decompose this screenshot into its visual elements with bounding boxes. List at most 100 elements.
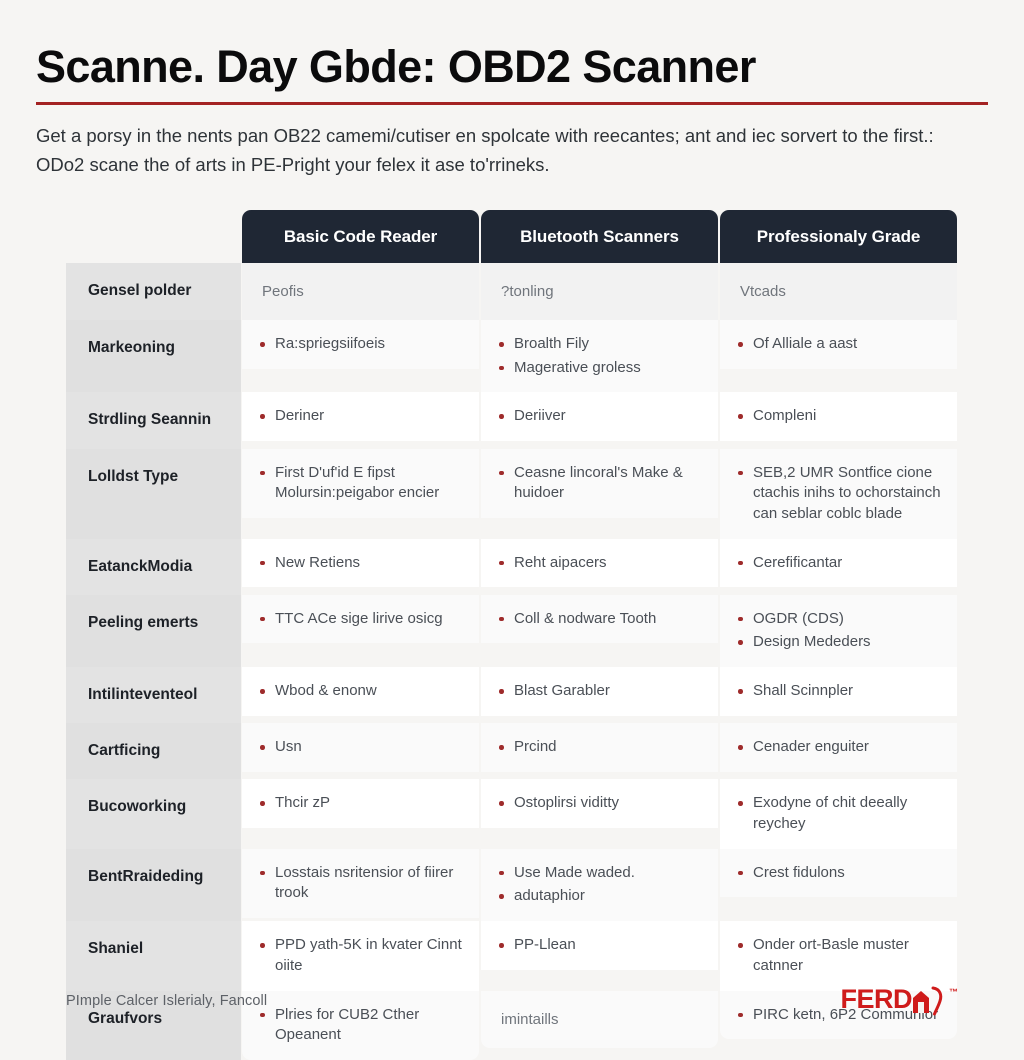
cell-content: Vtcads: [720, 263, 957, 320]
table-cell: Shall Scinnpler: [719, 667, 958, 723]
comparison-table: Basic Code Reader Bluetooth Scanners Pro…: [66, 210, 958, 1060]
bullet-item: Coll & nodware Tooth: [497, 609, 702, 630]
bullet-item: Cerefificantar: [736, 553, 941, 574]
cell-content: Onder ort-Basle muster catnner: [720, 921, 957, 991]
bullet-item: adutaphior: [497, 886, 702, 907]
bullet-item: PP-Llean: [497, 935, 702, 956]
cell-bullet-list: OGDR (CDS) Design Mededers: [736, 609, 941, 653]
cell-bullet-list: PPD yath-5K in kvater Cinnt oiite: [258, 935, 463, 976]
cell-bullet-list: Blast Garabler: [497, 681, 702, 702]
footer-note: PImple Calcer Islerialy, Fancoll: [66, 993, 268, 1009]
page-root: Scanne. Day Gbde: OBD2 Scanner Get a por…: [0, 0, 1024, 1060]
table-cell: OGDR (CDS) Design Mededers: [719, 594, 958, 668]
brand-logo-icon: [911, 986, 945, 1016]
row-label: Bucoworking: [66, 779, 241, 849]
bullet-item: Use Made waded.: [497, 863, 702, 884]
bullet-item: TTC ACe sige lirive osicg: [258, 609, 463, 630]
table-row: Intilinteventeol Wbod & enonw Blast Garabl…: [66, 667, 958, 724]
table-header: Basic Code Reader Bluetooth Scanners Pro…: [66, 210, 958, 263]
cell-content: New Retiens: [242, 538, 479, 588]
cell-bullet-list: Wbod & enonw: [258, 681, 463, 702]
table-cell: Ra:spriegsiifoeis: [241, 320, 480, 392]
cell-content: Thcir zP: [242, 779, 479, 829]
bullet-item: Ceasne lincoral's Make & huidoer: [497, 463, 702, 504]
cell-content: Compleni: [720, 392, 957, 442]
cell-bullet-list: Compleni: [736, 406, 941, 427]
table-row: Lolldst Type First D'uf'id E fipst Molurs…: [66, 448, 958, 539]
bullet-item: Ostoplirsi viditty: [497, 793, 702, 814]
column-header-basic[interactable]: Basic Code Reader: [241, 210, 480, 263]
cell-bullet-list: Ceasne lincoral's Make & huidoer: [497, 463, 702, 504]
comparison-table-wrapper: Basic Code Reader Bluetooth Scanners Pro…: [66, 210, 958, 1060]
cell-plain-text: ?tonling: [501, 283, 554, 300]
table-cell: First D'uf'id E fipst Molursin:peigabor …: [241, 448, 480, 539]
row-label: Shaniel: [66, 921, 241, 991]
cell-bullet-list: PP-Llean: [497, 935, 702, 956]
cell-bullet-list: TTC ACe sige lirive osicg: [258, 609, 463, 630]
bullet-item: Losstais nsritensior of fiirer trook: [258, 863, 463, 904]
table-cell: Losstais nsritensior of fiirer trook: [241, 848, 480, 921]
cell-plain-text: Vtcads: [740, 283, 786, 300]
table-cell: Coll & nodware Tooth: [480, 594, 719, 667]
table-cell: Deriner: [241, 392, 480, 448]
table-cell: PP-Llean: [480, 921, 719, 990]
cell-content: Deriner: [242, 392, 479, 442]
cell-bullet-list: Cerefificantar: [736, 553, 941, 574]
bullet-item: Of Alliale a aast: [736, 334, 941, 355]
cell-content: Shall Scinnpler: [720, 667, 957, 716]
table-cell: Reht aipacers: [480, 538, 719, 595]
table-row: Shaniel PPD yath-5K in kvater Cinnt oiite…: [66, 921, 958, 991]
row-label: EatanckModia: [66, 538, 241, 595]
cell-bullet-list: Shall Scinnpler: [736, 681, 941, 702]
row-label: BentRraideding: [66, 848, 241, 922]
cell-bullet-list: Thcir zP: [258, 793, 463, 814]
cell-content: Deriiver: [481, 392, 718, 442]
bullet-item: PPD yath-5K in kvater Cinnt oiite: [258, 935, 463, 976]
cell-bullet-list: Use Made waded. adutaphior: [497, 863, 702, 907]
cell-content: Of Alliale a aast: [720, 320, 957, 369]
cell-bullet-list: Losstais nsritensior of fiirer trook: [258, 863, 463, 904]
table-cell: Compleni: [719, 392, 958, 448]
title-underline-rule: [36, 101, 988, 105]
table-row: Gensel polder Peofis ?tonling Vtcads: [66, 263, 958, 320]
table-body: Gensel polder Peofis ?tonling Vtcads Markeon…: [66, 263, 958, 1060]
table-cell: SEB,2 UMR Sontfice cione ctachis inihs t…: [719, 448, 958, 539]
row-label: Markeoning: [66, 320, 241, 393]
table-cell: Exodyne of chit deeally reychey: [719, 779, 958, 849]
table-cell: Peofis: [241, 263, 480, 320]
table-cell: TTC ACe sige lirive osicg: [241, 594, 480, 667]
table-cell: Ceasne lincoral's Make & huidoer: [480, 448, 719, 539]
table-corner-cell: [66, 210, 241, 263]
table-cell: Crest fidulons: [719, 848, 958, 921]
cell-content: ?tonling: [481, 263, 718, 320]
cell-content: Peofis: [242, 263, 479, 320]
cell-bullet-list: Reht aipacers: [497, 553, 702, 574]
bullet-item: SEB,2 UMR Sontfice cione ctachis inihs t…: [736, 463, 941, 525]
table-cell: Wbod & enonw: [241, 667, 480, 723]
cell-content: Broalth Fily Magerative groless: [481, 320, 718, 393]
table-cell: Deriiver: [480, 392, 719, 448]
table-cell: Cenader enguiter: [719, 723, 958, 779]
cell-bullet-list: First D'uf'id E fipst Molursin:peigabor …: [258, 463, 463, 504]
cell-content: TTC ACe sige lirive osicg: [242, 594, 479, 644]
bullet-item: Wbod & enonw: [258, 681, 463, 702]
row-label: Cartficing: [66, 723, 241, 780]
bullet-item: Broalth Fily: [497, 334, 702, 355]
table-cell: Thcir zP: [241, 779, 480, 848]
cell-content: Prcind: [481, 723, 718, 772]
bullet-item: Thcir zP: [258, 793, 463, 814]
table-cell: Ostoplirsi viditty: [480, 779, 719, 848]
cell-bullet-list: Usn: [258, 737, 463, 758]
column-header-professional[interactable]: Professionaly Grade: [719, 210, 958, 263]
cell-bullet-list: Coll & nodware Tooth: [497, 609, 702, 630]
table-cell: Prcind: [480, 723, 719, 779]
cell-bullet-list: Deriiver: [497, 406, 702, 427]
table-row: BentRraideding Losstais nsritensior of fi…: [66, 848, 958, 922]
cell-content: Crest fidulons: [720, 848, 957, 898]
cell-content: Reht aipacers: [481, 538, 718, 588]
row-label: Strdling Seannin: [66, 392, 241, 449]
cell-content: Blast Garabler: [481, 667, 718, 716]
column-header-bluetooth[interactable]: Bluetooth Scanners: [480, 210, 719, 263]
table-cell: Usn: [241, 723, 480, 779]
cell-bullet-list: Onder ort-Basle muster catnner: [736, 935, 941, 976]
